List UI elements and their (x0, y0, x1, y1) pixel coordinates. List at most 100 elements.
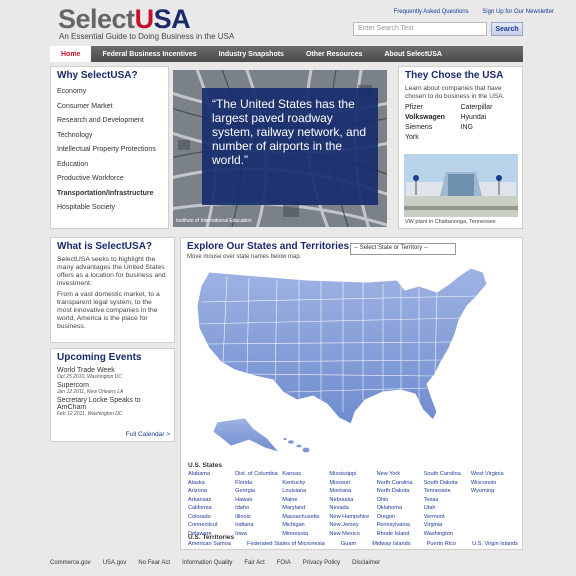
state-link[interactable]: Michigan (282, 522, 329, 531)
company-siemens[interactable]: Siemens (405, 124, 461, 131)
state-link[interactable]: North Dakota (377, 488, 424, 497)
state-link[interactable]: Vermont (424, 514, 471, 523)
state-link[interactable]: Nebraska (329, 497, 376, 506)
state-link[interactable]: Maine (282, 497, 329, 506)
state-link[interactable]: Arkansas (188, 497, 235, 506)
vw-plant-caption: VW plant in Chattanooga, Tennessee (405, 219, 496, 225)
state-link[interactable]: Idaho (235, 505, 282, 514)
footer-link[interactable]: Disclaimer (352, 560, 380, 566)
state-link[interactable]: Iowa (235, 531, 282, 540)
state-link[interactable]: Ohio (377, 497, 424, 506)
state-link[interactable]: New Mexico (329, 531, 376, 540)
footer-link[interactable]: Commerce.gov (50, 560, 91, 566)
company-pfizer[interactable]: Pfizer (405, 104, 461, 111)
selectusa-logo[interactable]: SelectUSA (58, 5, 191, 33)
state-link[interactable]: Nevada (329, 505, 376, 514)
state-link[interactable]: Pennsylvania (377, 522, 424, 531)
search-input[interactable]: Enter Search Text (353, 22, 487, 36)
state-link[interactable]: Kansas (282, 471, 329, 480)
state-link[interactable]: Wisconsin (471, 480, 518, 489)
state-link[interactable]: Arizona (188, 488, 235, 497)
us-map[interactable] (187, 262, 502, 460)
state-select-dropdown[interactable]: -- Select State or Territory -- (350, 243, 456, 255)
event-title[interactable]: World Trade Week (57, 367, 168, 374)
state-link[interactable]: Texas (424, 497, 471, 506)
state-link[interactable]: Oklahoma (377, 505, 424, 514)
territory-link[interactable]: Guam (341, 541, 356, 547)
state-link[interactable]: Mississippi (329, 471, 376, 480)
state-link[interactable]: Indiana (235, 522, 282, 531)
state-link[interactable]: West Virginia (471, 471, 518, 480)
company-ing[interactable]: ING (461, 124, 517, 131)
faq-link[interactable]: Frequently Asked Questions (394, 9, 469, 15)
state-link[interactable]: New York (377, 471, 424, 480)
event-title[interactable]: Secretary Locke Speaks to AmCham (57, 397, 168, 411)
territory-link[interactable]: U.S. Virgin Islands (472, 541, 518, 547)
company-hyundai[interactable]: Hyundai (461, 114, 517, 121)
footer-link[interactable]: No Fear Act (138, 560, 170, 566)
why-item-research[interactable]: Research and Development (57, 114, 162, 129)
state-link[interactable]: New Hampshire (329, 514, 376, 523)
footer-link[interactable]: Fair Act (244, 560, 264, 566)
territory-link[interactable]: American Samoa (188, 541, 231, 547)
territory-link[interactable]: Midway Islands (372, 541, 410, 547)
footer-link[interactable]: FOIA (277, 560, 291, 566)
state-link[interactable]: Massachusetts (282, 514, 329, 523)
state-link[interactable]: Minnesota (282, 531, 329, 540)
why-item-education[interactable]: Education (57, 158, 162, 173)
state-link[interactable]: Utah (424, 505, 471, 514)
state-link[interactable]: Hawaii (235, 497, 282, 506)
state-link[interactable]: Colorado (188, 514, 235, 523)
newsletter-link[interactable]: Sign Up for Our Newsletter (482, 9, 554, 15)
state-link[interactable]: New Jersey (329, 522, 376, 531)
state-link[interactable]: Georgia (235, 488, 282, 497)
tab-home[interactable]: Home (50, 46, 92, 62)
state-link[interactable]: Connecticut (188, 522, 235, 531)
state-link[interactable]: Virginia (424, 522, 471, 531)
state-link[interactable]: Tennessee (424, 488, 471, 497)
state-link[interactable]: Maryland (282, 505, 329, 514)
why-item-economy[interactable]: Economy (57, 85, 162, 100)
state-link[interactable]: Alaska (188, 480, 235, 489)
state-link[interactable]: Dist. of Columbia (235, 471, 282, 480)
tab-federal-business-incentives[interactable]: Federal Business Incentives (91, 46, 207, 62)
company-caterpillar[interactable]: Caterpillar (461, 104, 517, 111)
event-title[interactable]: Supercom (57, 382, 168, 389)
why-item-ip-protections[interactable]: Intellectual Property Protections (57, 143, 162, 158)
footer-link[interactable]: Information Quality (182, 560, 232, 566)
why-selectusa-list: Economy Consumer Market Research and Dev… (57, 85, 162, 216)
tab-about-selectusa[interactable]: About SelectUSA (373, 46, 453, 62)
tab-industry-snapshots[interactable]: Industry Snapshots (208, 46, 295, 62)
state-link[interactable]: Wyoming (471, 488, 518, 497)
state-link[interactable]: Louisiana (282, 488, 329, 497)
search-button[interactable]: Search (491, 22, 523, 36)
company-volkswagen[interactable]: Volkswagen (405, 114, 461, 121)
footer-link[interactable]: USA.gov (103, 560, 127, 566)
why-item-workforce[interactable]: Productive Workforce (57, 172, 162, 187)
state-link[interactable]: Montana (329, 488, 376, 497)
why-item-hospitable-society[interactable]: Hospitable Society (57, 201, 162, 216)
state-link[interactable]: Alabama (188, 471, 235, 480)
state-link[interactable]: North Carolina (377, 480, 424, 489)
footer-link[interactable]: Privacy Policy (303, 560, 340, 566)
state-link[interactable]: California (188, 505, 235, 514)
us-territories-list: American Samoa Federated States of Micro… (188, 541, 518, 547)
state-link[interactable]: Florida (235, 480, 282, 489)
state-link[interactable]: South Carolina (424, 471, 471, 480)
state-link[interactable]: Rhode Island (377, 531, 424, 540)
company-york[interactable]: York (405, 134, 461, 141)
territory-link[interactable]: Puerto Rico (427, 541, 456, 547)
territory-link[interactable]: Federated States of Micronesia (247, 541, 325, 547)
why-item-transportation[interactable]: Transportation/Infrastructure (57, 187, 162, 202)
why-item-consumer-market[interactable]: Consumer Market (57, 100, 162, 115)
states-map-panel: Explore Our States and Territories -- Se… (180, 237, 523, 550)
state-link[interactable]: Missouri (329, 480, 376, 489)
state-link[interactable]: South Dakota (424, 480, 471, 489)
state-link[interactable]: Illinois (235, 514, 282, 523)
state-link[interactable]: Kentucky (282, 480, 329, 489)
tab-other-resources[interactable]: Other Resources (295, 46, 373, 62)
state-link[interactable]: Washington (424, 531, 471, 540)
full-calendar-link[interactable]: Full Calendar > (126, 431, 170, 438)
state-link[interactable]: Oregon (377, 514, 424, 523)
why-item-technology[interactable]: Technology (57, 129, 162, 144)
